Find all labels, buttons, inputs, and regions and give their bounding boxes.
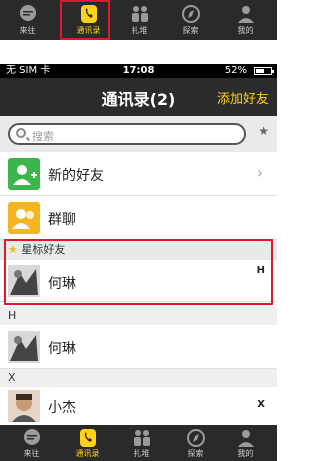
section-label: X bbox=[8, 371, 16, 384]
person-icon bbox=[237, 430, 254, 447]
tab-label: 扎堆 bbox=[133, 449, 150, 458]
tab-explore[interactable]: 探索 bbox=[168, 425, 223, 461]
tab-zhadui[interactable]: 扎堆 bbox=[114, 425, 169, 461]
chat-icon bbox=[23, 429, 40, 445]
tab-label: 我的 bbox=[237, 449, 254, 458]
search-placeholder: 搜索 bbox=[32, 130, 54, 143]
status-bar: 无 SIM 卡 17:08 52% bbox=[0, 64, 277, 78]
tab-contacts[interactable]: 通讯录 bbox=[60, 425, 115, 461]
nav-bar: 通讯录(2) 添加好友 bbox=[0, 78, 277, 116]
battery-icon bbox=[254, 67, 274, 75]
top-tab-bar: 来往 通讯录 扎堆 探索 我的 bbox=[0, 0, 277, 40]
list-item-new-friends[interactable]: 新的好友 › bbox=[0, 152, 277, 196]
contact-name: 何琳 bbox=[48, 341, 76, 357]
list-item-contact[interactable]: 小杰 X bbox=[0, 387, 277, 425]
spacer bbox=[0, 40, 277, 64]
battery-percent: 52% bbox=[224, 65, 247, 76]
group-icon bbox=[131, 6, 148, 22]
tab-label: 探索 bbox=[187, 449, 204, 458]
chat-icon bbox=[19, 5, 36, 21]
highlight-box-starred bbox=[4, 239, 273, 305]
tab-label: 探索 bbox=[182, 26, 199, 35]
list-item-group-chat[interactable]: 群聊 bbox=[0, 196, 277, 240]
section-header-h: H bbox=[0, 307, 277, 325]
list-item-label: 群聊 bbox=[48, 212, 76, 228]
group-icon bbox=[133, 430, 150, 446]
tab-laiwang[interactable]: 来往 bbox=[0, 0, 55, 40]
add-friend-button[interactable]: 添加好友 bbox=[217, 88, 269, 107]
tab-me[interactable]: 我的 bbox=[218, 0, 273, 40]
person-icon bbox=[237, 6, 254, 23]
bottom-tab-bar: 来往 通讯录 扎堆 探索 我的 bbox=[0, 425, 277, 461]
tab-zhadui[interactable]: 扎堆 bbox=[112, 0, 167, 40]
avatar bbox=[8, 331, 40, 363]
tab-label: 扎堆 bbox=[131, 26, 148, 35]
highlight-box-contacts-tab bbox=[60, 0, 110, 40]
tab-label: 我的 bbox=[237, 26, 254, 35]
phone-icon bbox=[79, 429, 96, 447]
add-friend-icon bbox=[8, 158, 40, 190]
tab-laiwang[interactable]: 来往 bbox=[4, 425, 59, 461]
tab-label: 来往 bbox=[23, 449, 40, 458]
tab-label: 来往 bbox=[19, 26, 36, 35]
tab-me[interactable]: 我的 bbox=[218, 425, 273, 461]
index-letter[interactable]: X bbox=[257, 399, 265, 410]
group-chat-icon bbox=[8, 202, 40, 234]
list-item-label: 新的好友 bbox=[48, 168, 104, 184]
star-icon[interactable]: ★ bbox=[258, 124, 269, 138]
search-bar: 搜索 ★ bbox=[0, 116, 277, 152]
section-label: H bbox=[8, 309, 17, 322]
list-item-contact[interactable]: 何琳 bbox=[0, 325, 277, 369]
section-header-x: X bbox=[0, 369, 277, 387]
contact-name: 小杰 bbox=[48, 400, 76, 416]
avatar bbox=[8, 390, 40, 422]
tab-label: 通讯录 bbox=[75, 449, 100, 458]
compass-icon bbox=[181, 5, 200, 23]
compass-icon bbox=[186, 429, 205, 447]
tab-explore[interactable]: 探索 bbox=[163, 0, 218, 40]
search-input[interactable]: 搜索 bbox=[8, 123, 246, 145]
chevron-right-icon: › bbox=[256, 163, 263, 182]
search-icon bbox=[16, 128, 26, 138]
